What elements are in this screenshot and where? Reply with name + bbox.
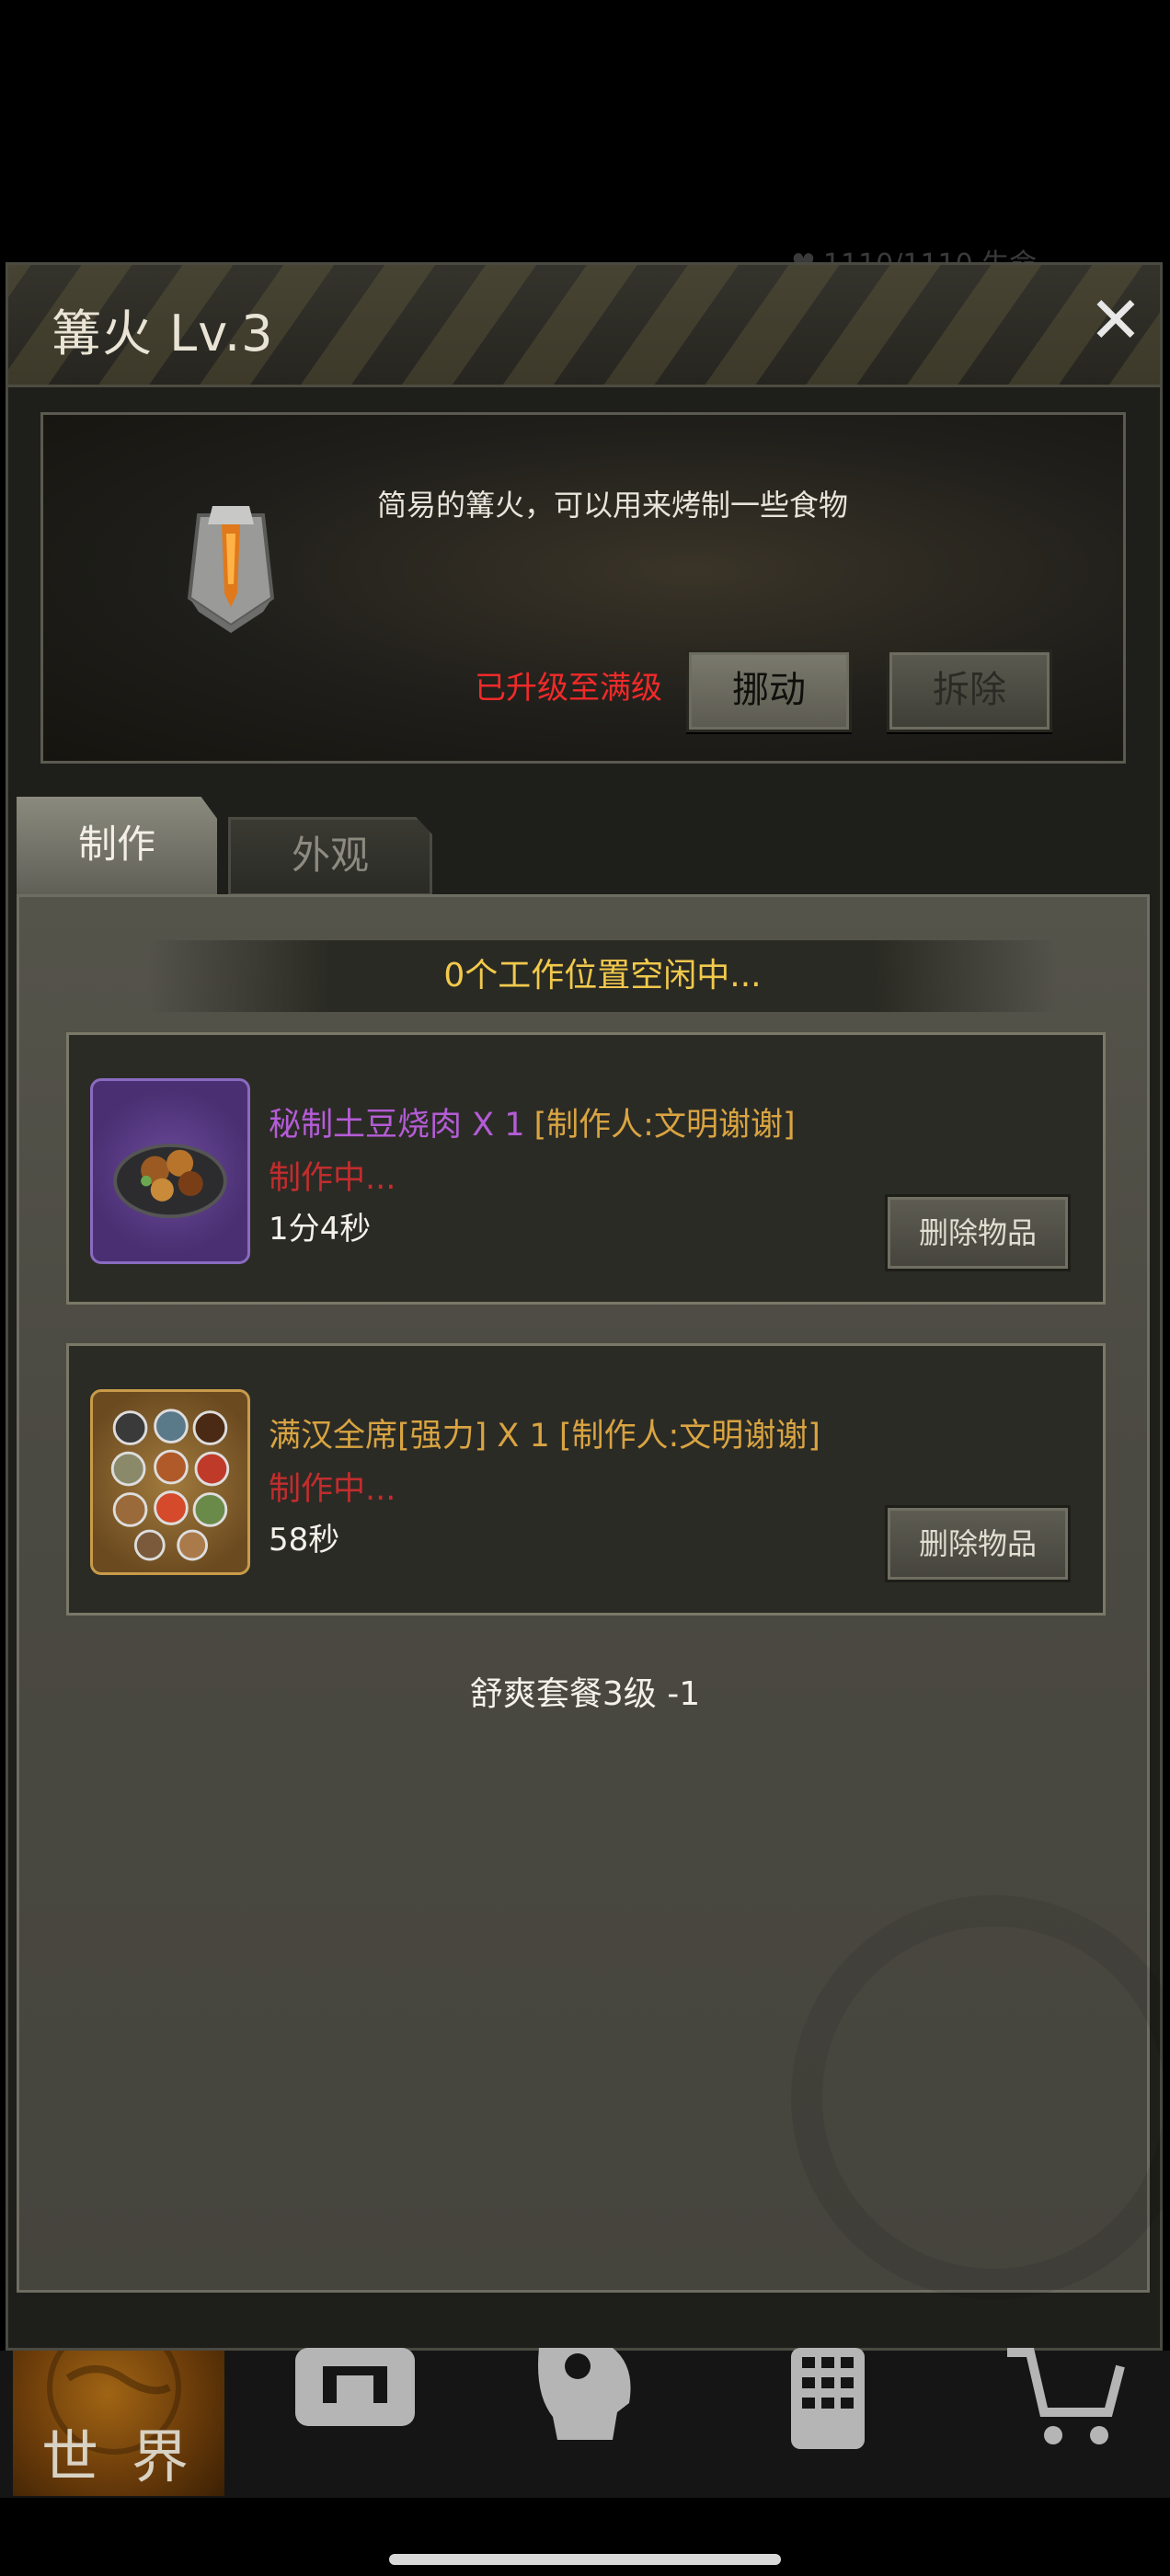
craft-item-name: 满汉全席[强力] X 1 bbox=[269, 1418, 550, 1455]
braised-pork-potato-icon bbox=[90, 1078, 250, 1264]
backpack-icon[interactable] bbox=[291, 2348, 419, 2449]
craft-item-maker: [制作人:文明谢谢] bbox=[533, 1107, 796, 1144]
delete-item-button[interactable]: 删除物品 bbox=[885, 1194, 1071, 1271]
home-indicator[interactable] bbox=[389, 2554, 781, 2565]
craft-item-title: 秘制土豆烧肉 X 1 [制作人:文明谢谢] bbox=[269, 1098, 796, 1145]
head-gear-icon[interactable] bbox=[521, 2348, 649, 2449]
building-description: 简易的篝火，可以用来烤制一些食物 bbox=[377, 488, 849, 523]
meal-bonus-text: 舒爽套餐3级 -1 bbox=[469, 1675, 701, 1713]
craft-item-maker: [制作人:文明谢谢] bbox=[558, 1418, 820, 1455]
nav-world-label: 世 界 bbox=[41, 2423, 196, 2490]
dismantle-button[interactable]: 拆除 bbox=[887, 650, 1052, 732]
move-button[interactable]: 挪动 bbox=[686, 650, 852, 732]
craft-item-name: 秘制土豆烧肉 X 1 bbox=[269, 1107, 525, 1144]
craft-item-status: 制作中... bbox=[269, 1160, 396, 1197]
craft-item-title: 满汉全席[强力] X 1 [制作人:文明谢谢] bbox=[269, 1409, 820, 1456]
phone-keypad-icon[interactable] bbox=[763, 2348, 892, 2449]
tab-craft[interactable]: 制作 bbox=[17, 797, 217, 896]
craft-item-status: 制作中... bbox=[269, 1471, 396, 1508]
max-level-text: 已升级至满级 bbox=[475, 670, 662, 707]
cart-icon[interactable] bbox=[1003, 2348, 1131, 2449]
campfire-building-icon bbox=[171, 497, 291, 635]
close-button[interactable]: ✕ bbox=[1085, 288, 1146, 353]
delete-item-button[interactable]: 删除物品 bbox=[885, 1505, 1071, 1582]
tab-appearance[interactable]: 外观 bbox=[228, 817, 432, 896]
panel-title: 篝火 Lv.3 bbox=[52, 305, 274, 362]
idle-slots-text: 0个工作位置空闲中... bbox=[443, 957, 762, 995]
craft-item-timer: 1分4秒 bbox=[269, 1211, 372, 1248]
craft-item-timer: 58秒 bbox=[269, 1522, 340, 1558]
imperial-feast-icon bbox=[90, 1389, 250, 1575]
